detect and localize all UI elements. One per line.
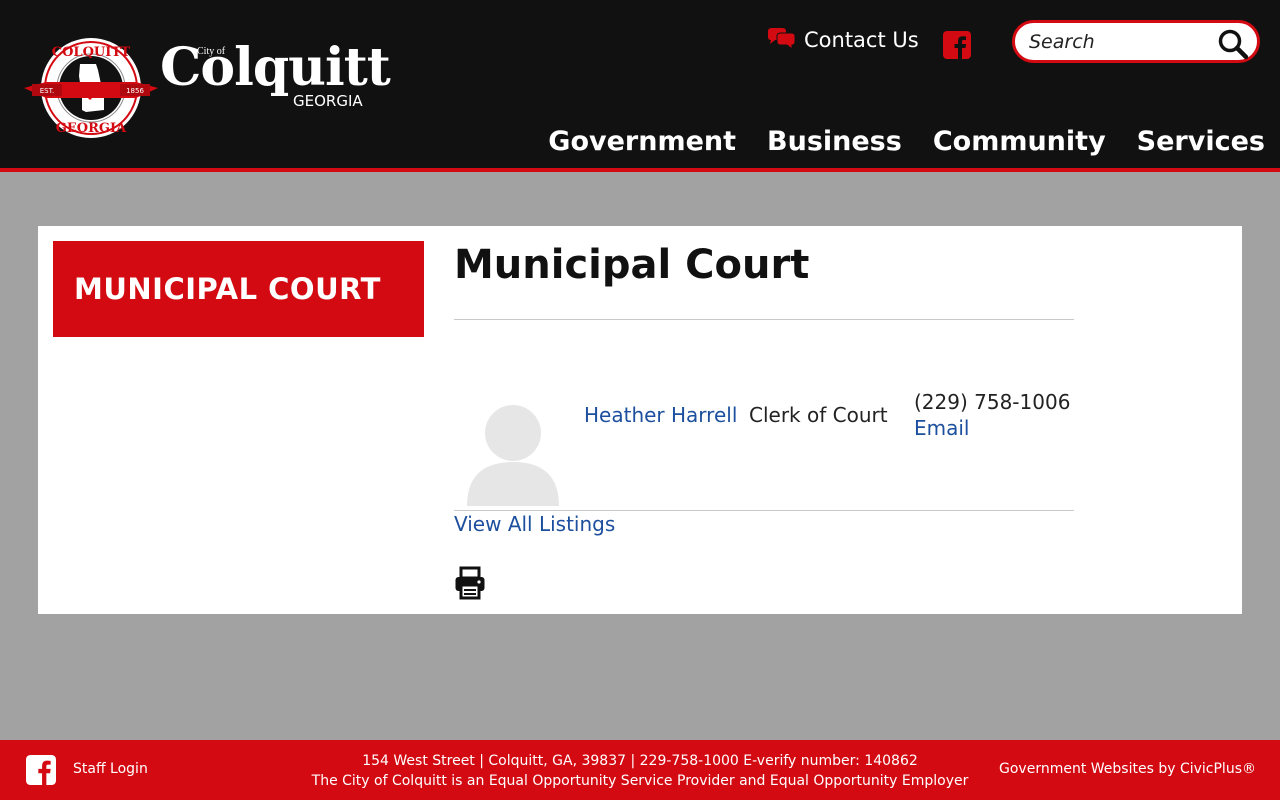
svg-text:COLQUITT: COLQUITT xyxy=(52,45,131,60)
contact-us-link[interactable]: Contact Us xyxy=(766,28,919,52)
svg-text:1856: 1856 xyxy=(126,87,144,95)
svg-text:GEORGIA: GEORGIA xyxy=(56,121,127,136)
city-seal-logo[interactable]: EST. 1856 COLQUITT GEORGIA xyxy=(24,36,158,140)
brand-name: Colquitt xyxy=(160,37,391,98)
title-divider xyxy=(454,319,1074,320)
nav-services[interactable]: Services xyxy=(1137,126,1265,157)
search-box xyxy=(1012,20,1260,63)
footer-address: 154 West Street | Colquitt, GA, 39837 | … xyxy=(362,753,918,769)
chat-bubbles-icon xyxy=(768,28,796,51)
sidebar-heading-label: MUNICIPAL COURT xyxy=(74,272,381,306)
sidebar-heading[interactable]: MUNICIPAL COURT xyxy=(53,241,424,337)
staff-job-title: Clerk of Court xyxy=(749,403,888,427)
nav-community[interactable]: Community xyxy=(933,126,1106,157)
staff-name-link[interactable]: Heather Harrell xyxy=(584,403,737,427)
search-input[interactable] xyxy=(1029,30,1209,54)
view-all-listings-link[interactable]: View All Listings xyxy=(454,512,615,536)
facebook-icon xyxy=(26,755,56,785)
site-header: EST. 1856 COLQUITT GEORGIA City of Colqu… xyxy=(0,0,1280,172)
staff-avatar xyxy=(466,404,560,506)
facebook-icon xyxy=(943,31,971,59)
civicplus-credit-link[interactable]: Government Websites by CivicPlus® xyxy=(999,761,1256,777)
main-nav: Government Business Community Services xyxy=(517,126,1265,157)
page-title: Municipal Court xyxy=(454,242,810,288)
facebook-link-header[interactable] xyxy=(943,31,971,63)
nav-government[interactable]: Government xyxy=(548,126,736,157)
print-button[interactable] xyxy=(454,566,486,604)
content-card: MUNICIPAL COURT Municipal Court Heather … xyxy=(38,226,1242,614)
svg-text:EST.: EST. xyxy=(40,87,55,95)
search-button[interactable] xyxy=(1217,28,1249,64)
footer-eo-statement: The City of Colquitt is an Equal Opportu… xyxy=(311,773,969,789)
listing-divider xyxy=(454,510,1074,511)
nav-business[interactable]: Business xyxy=(767,126,902,157)
staff-email-link[interactable]: Email xyxy=(914,416,970,440)
contact-us-label: Contact Us xyxy=(804,28,919,52)
avatar-placeholder-icon xyxy=(467,405,559,506)
facebook-link-footer[interactable] xyxy=(26,755,56,789)
brand-state: GEORGIA xyxy=(293,92,363,110)
footer-info: 154 West Street | Colquitt, GA, 39837 | … xyxy=(312,751,969,791)
staff-login-link[interactable]: Staff Login xyxy=(73,761,148,777)
search-icon xyxy=(1218,29,1249,60)
print-icon xyxy=(455,566,485,600)
site-footer: Staff Login 154 West Street | Colquitt, … xyxy=(0,740,1280,800)
staff-phone: (229) 758-1006 xyxy=(914,390,1071,414)
